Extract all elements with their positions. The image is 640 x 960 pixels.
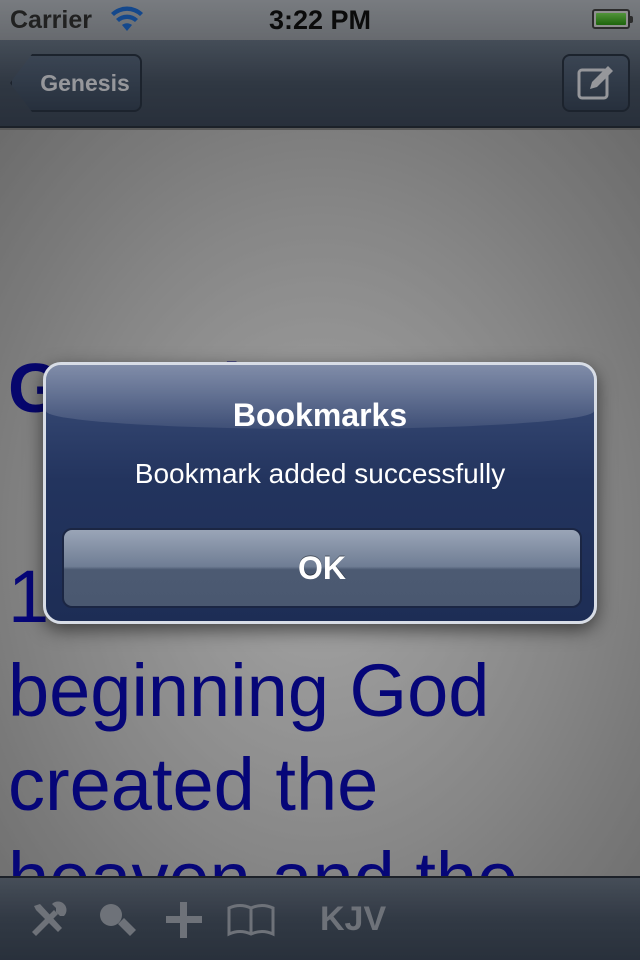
alert-message: Bookmark added successfully [134,458,506,489]
ok-button[interactable]: OK [62,528,582,608]
alert-dialog: Bookmarks Bookmark added successfully OK [43,362,597,624]
alert-title: Bookmarks [232,397,408,433]
